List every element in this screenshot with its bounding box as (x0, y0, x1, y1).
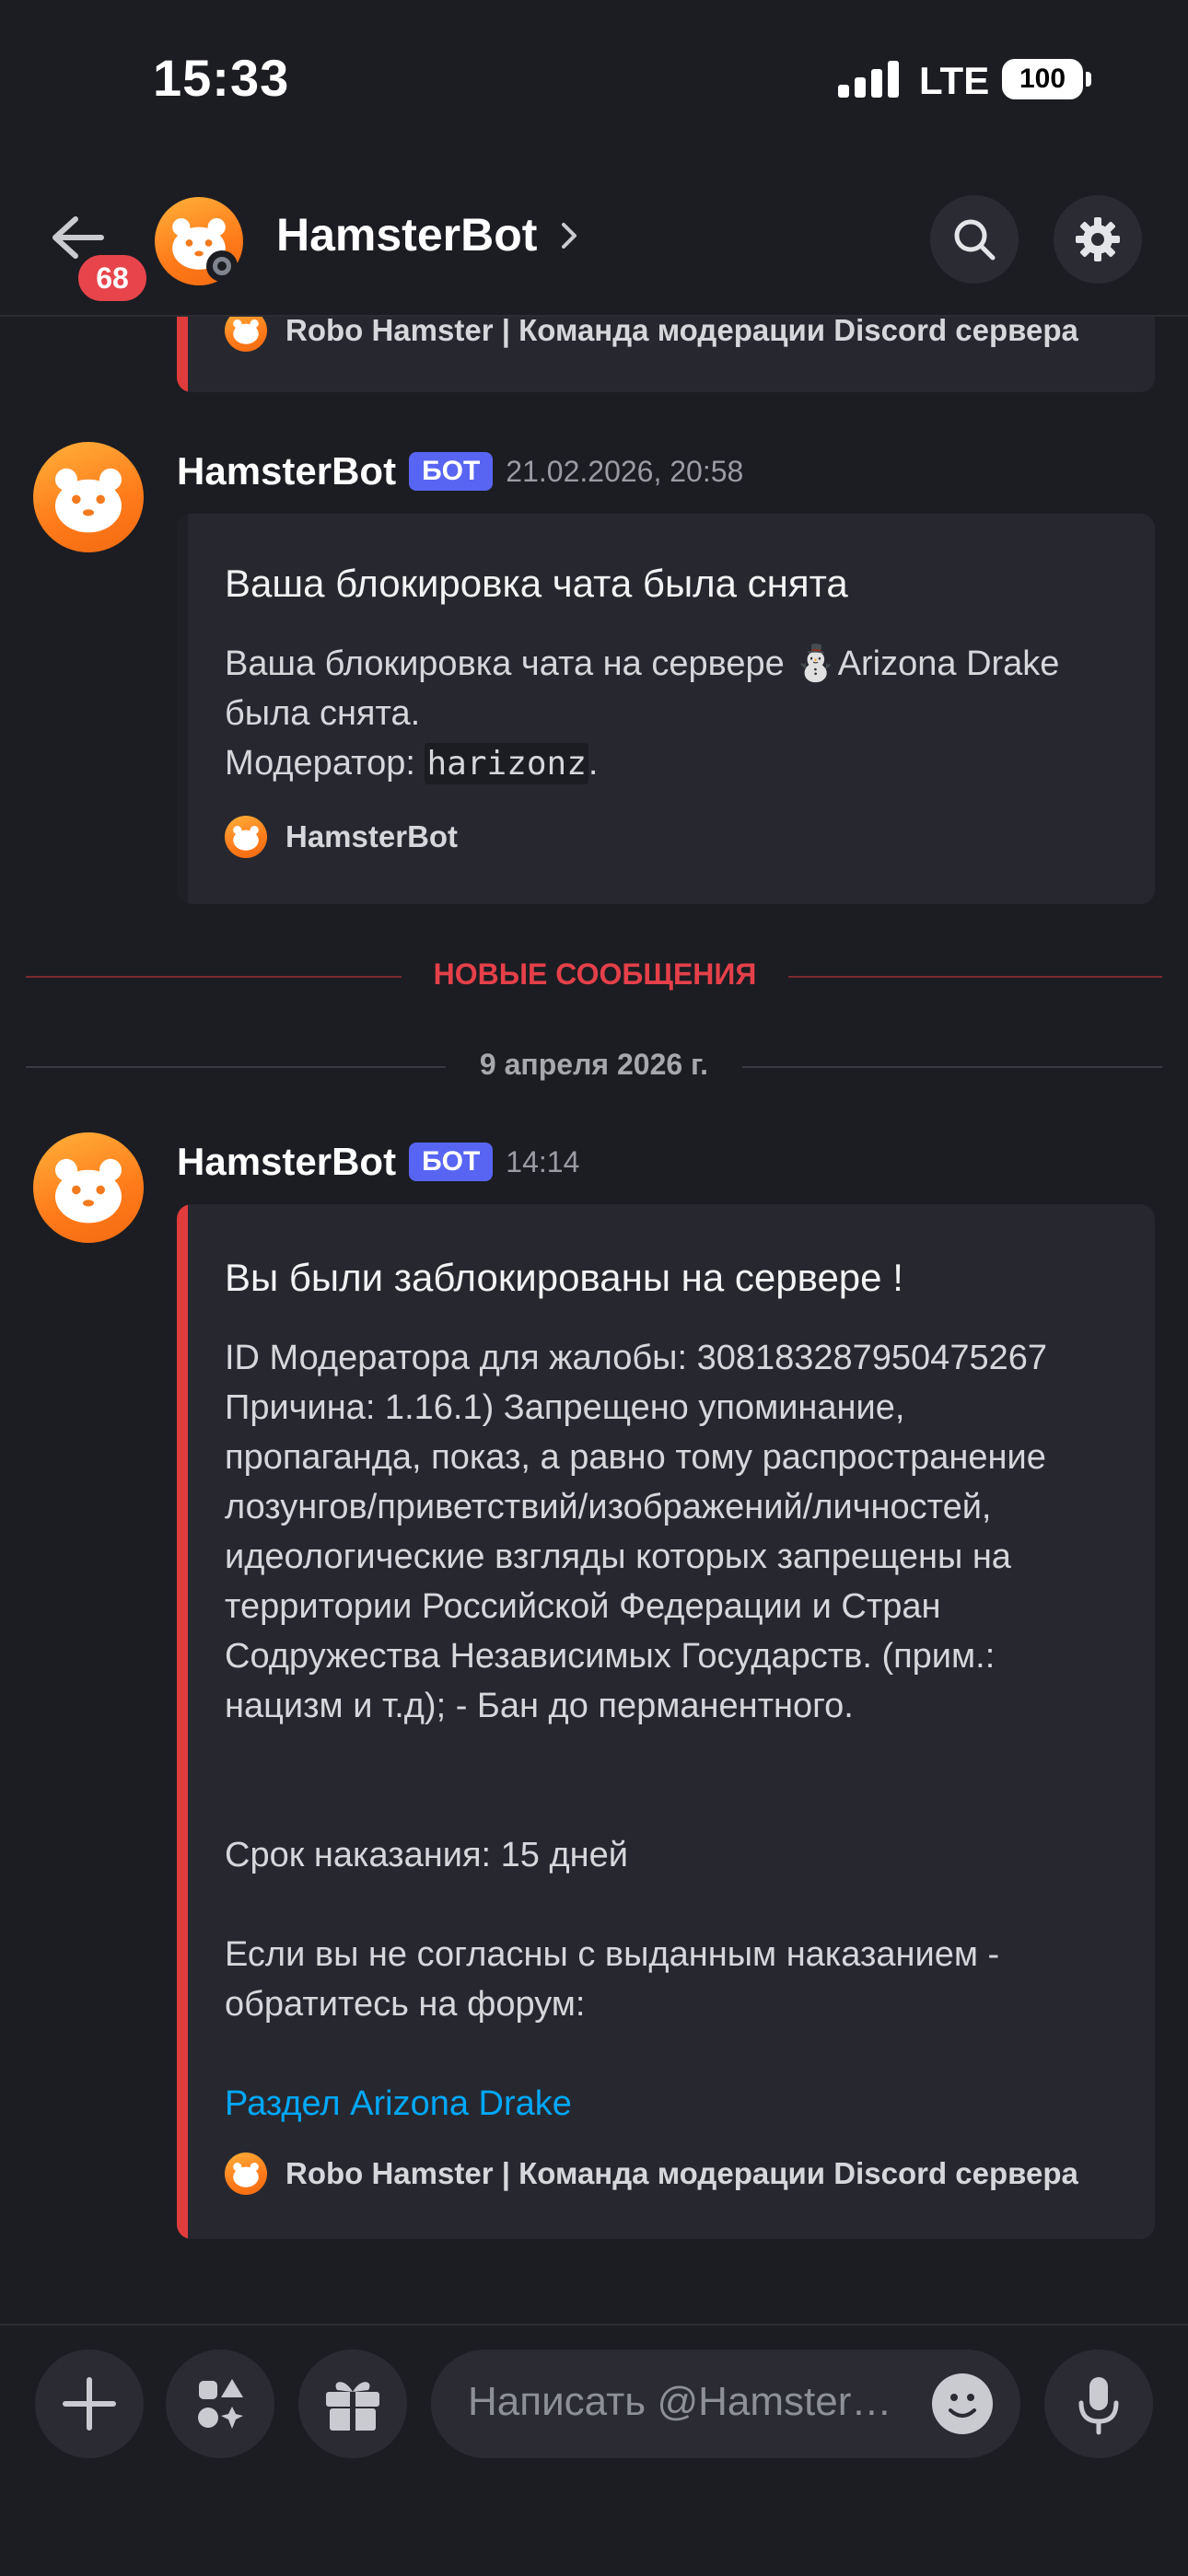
embed-accent-bar (177, 1204, 188, 2239)
message-header: HamsterBot БОТ 21.02.2026, 20:58 (177, 449, 743, 493)
embed-description: ID Модератора для жалобы: 30818328795047… (225, 1333, 1047, 1731)
hamster-icon (55, 1158, 122, 1224)
ban-embed: Вы были заблокированы на сервере ! ID Мо… (177, 1204, 1155, 2239)
embed-footer-text: HamsterBot (285, 819, 459, 853)
hamster-icon (55, 468, 122, 533)
embed-footer-text: Robo Hamster | Команда модерации Discord… (285, 313, 1078, 347)
status-time: 15:33 (153, 49, 290, 107)
voice-button[interactable] (1044, 2350, 1153, 2458)
embed-line: территории Российской Федерации и Стран (225, 1587, 941, 1626)
moderator-label: Модератор: (225, 744, 425, 783)
unread-badge: 68 (74, 250, 151, 306)
moderator-suffix: . (588, 744, 599, 783)
robo-hamster-icon (225, 2152, 267, 2195)
date-label: 9 апреля 2026 г. (479, 1048, 709, 1081)
search-icon (954, 219, 996, 261)
embed-line: пропаганда, показ, а равно тому распрост… (225, 1438, 1046, 1477)
embed-line: идеологические взгляды которых запрещены… (225, 1537, 1011, 1576)
gift-button[interactable] (298, 2350, 407, 2458)
embed-accent-bar (177, 304, 188, 392)
message-timestamp: 21.02.2026, 20:58 (506, 454, 744, 488)
embed-line: была снята. (225, 694, 421, 733)
message-timestamp: 14:14 (506, 1144, 580, 1178)
embed-accent-bar (177, 514, 188, 904)
add-attachment-button[interactable] (35, 2350, 144, 2458)
appeal-line: Если вы не согласны с выданным наказание… (225, 1935, 1000, 1974)
unblock-embed: Ваша блокировка чата была снята Ваша бло… (177, 514, 1155, 904)
new-messages-line-right (788, 976, 1162, 978)
battery-icon: 100 (1002, 59, 1083, 99)
message-header: HamsterBot БОТ 14:14 (177, 1140, 579, 1184)
embed-title: Вы были заблокированы на сервере ! (225, 1256, 903, 1299)
plus-icon (63, 2377, 116, 2431)
bot-tag: БОТ (409, 1143, 494, 1181)
chat-title[interactable]: HamsterBot (276, 208, 537, 261)
embed-line: ID Модератора для жалобы: 30818328795047… (225, 1339, 1047, 1377)
search-button[interactable] (930, 195, 1019, 284)
embed-footer-text: Robo Hamster | Команда модерации Discord… (285, 2156, 1078, 2190)
bot-tag: БОТ (409, 452, 494, 491)
apps-button[interactable] (166, 2350, 274, 2458)
embed-line: лозунгов/приветствий/изображений/личност… (225, 1488, 992, 1526)
date-line-left (26, 1066, 446, 1068)
punishment-term: Срок наказания: 15 дней (225, 1836, 628, 1874)
settings-button[interactable] (1054, 195, 1142, 284)
previous-embed: Robo Hamster | Команда модерации Discord… (177, 304, 1155, 392)
embed-description: Ваша блокировка чата на сервере ⛄Arizona… (225, 639, 1059, 789)
emoji-button[interactable] (932, 2373, 993, 2434)
author-name[interactable]: HamsterBot (177, 1140, 396, 1184)
message-avatar[interactable] (33, 1132, 144, 1243)
date-line-right (742, 1066, 1162, 1068)
network-label: LTE (919, 59, 990, 102)
battery-level: 100 (1019, 64, 1066, 94)
embed-line: нацизм и т.д); - Бан до перманентного. (225, 1687, 854, 1725)
message-input-placeholder: Написать @HamsterBot (468, 2379, 901, 2424)
embed-line: Ваша блокировка чата на сервере (225, 644, 795, 683)
moderator-code: harizonz (425, 743, 588, 784)
server-name: Arizona Drake (837, 644, 1060, 683)
embed-title: Ваша блокировка чата была снята (225, 562, 848, 605)
new-messages-line-left (26, 976, 402, 978)
message-avatar[interactable] (33, 442, 144, 552)
forum-link[interactable]: Раздел Arizona Drake (225, 2079, 572, 2129)
new-messages-label: НОВЫЕ СООБЩЕНИЯ (433, 957, 757, 991)
gift-icon (326, 2382, 379, 2431)
signal-icon (838, 61, 899, 98)
microphone-icon (1078, 2377, 1119, 2435)
snowman-emoji: ⛄ (794, 644, 838, 683)
battery-nub (1086, 72, 1091, 87)
embed-line: Содружества Независимых Государств. (при… (225, 1637, 996, 1676)
offline-status-icon (206, 250, 238, 282)
hamster-footer-icon (225, 816, 267, 858)
embed-line: Причина: 1.16.1) Запрещено упоминание, (225, 1388, 905, 1427)
message-input[interactable]: Написать @HamsterBot (431, 2350, 1020, 2458)
appeal-text: Если вы не согласны с выданным наказание… (225, 1930, 999, 2029)
author-name[interactable]: HamsterBot (177, 449, 396, 493)
chevron-right-icon[interactable] (558, 217, 580, 254)
appeal-line: обратитесь на форум: (225, 1985, 586, 2024)
apps-icon (198, 2379, 243, 2429)
smiley-icon (949, 2394, 976, 2418)
gear-icon (1076, 217, 1120, 261)
